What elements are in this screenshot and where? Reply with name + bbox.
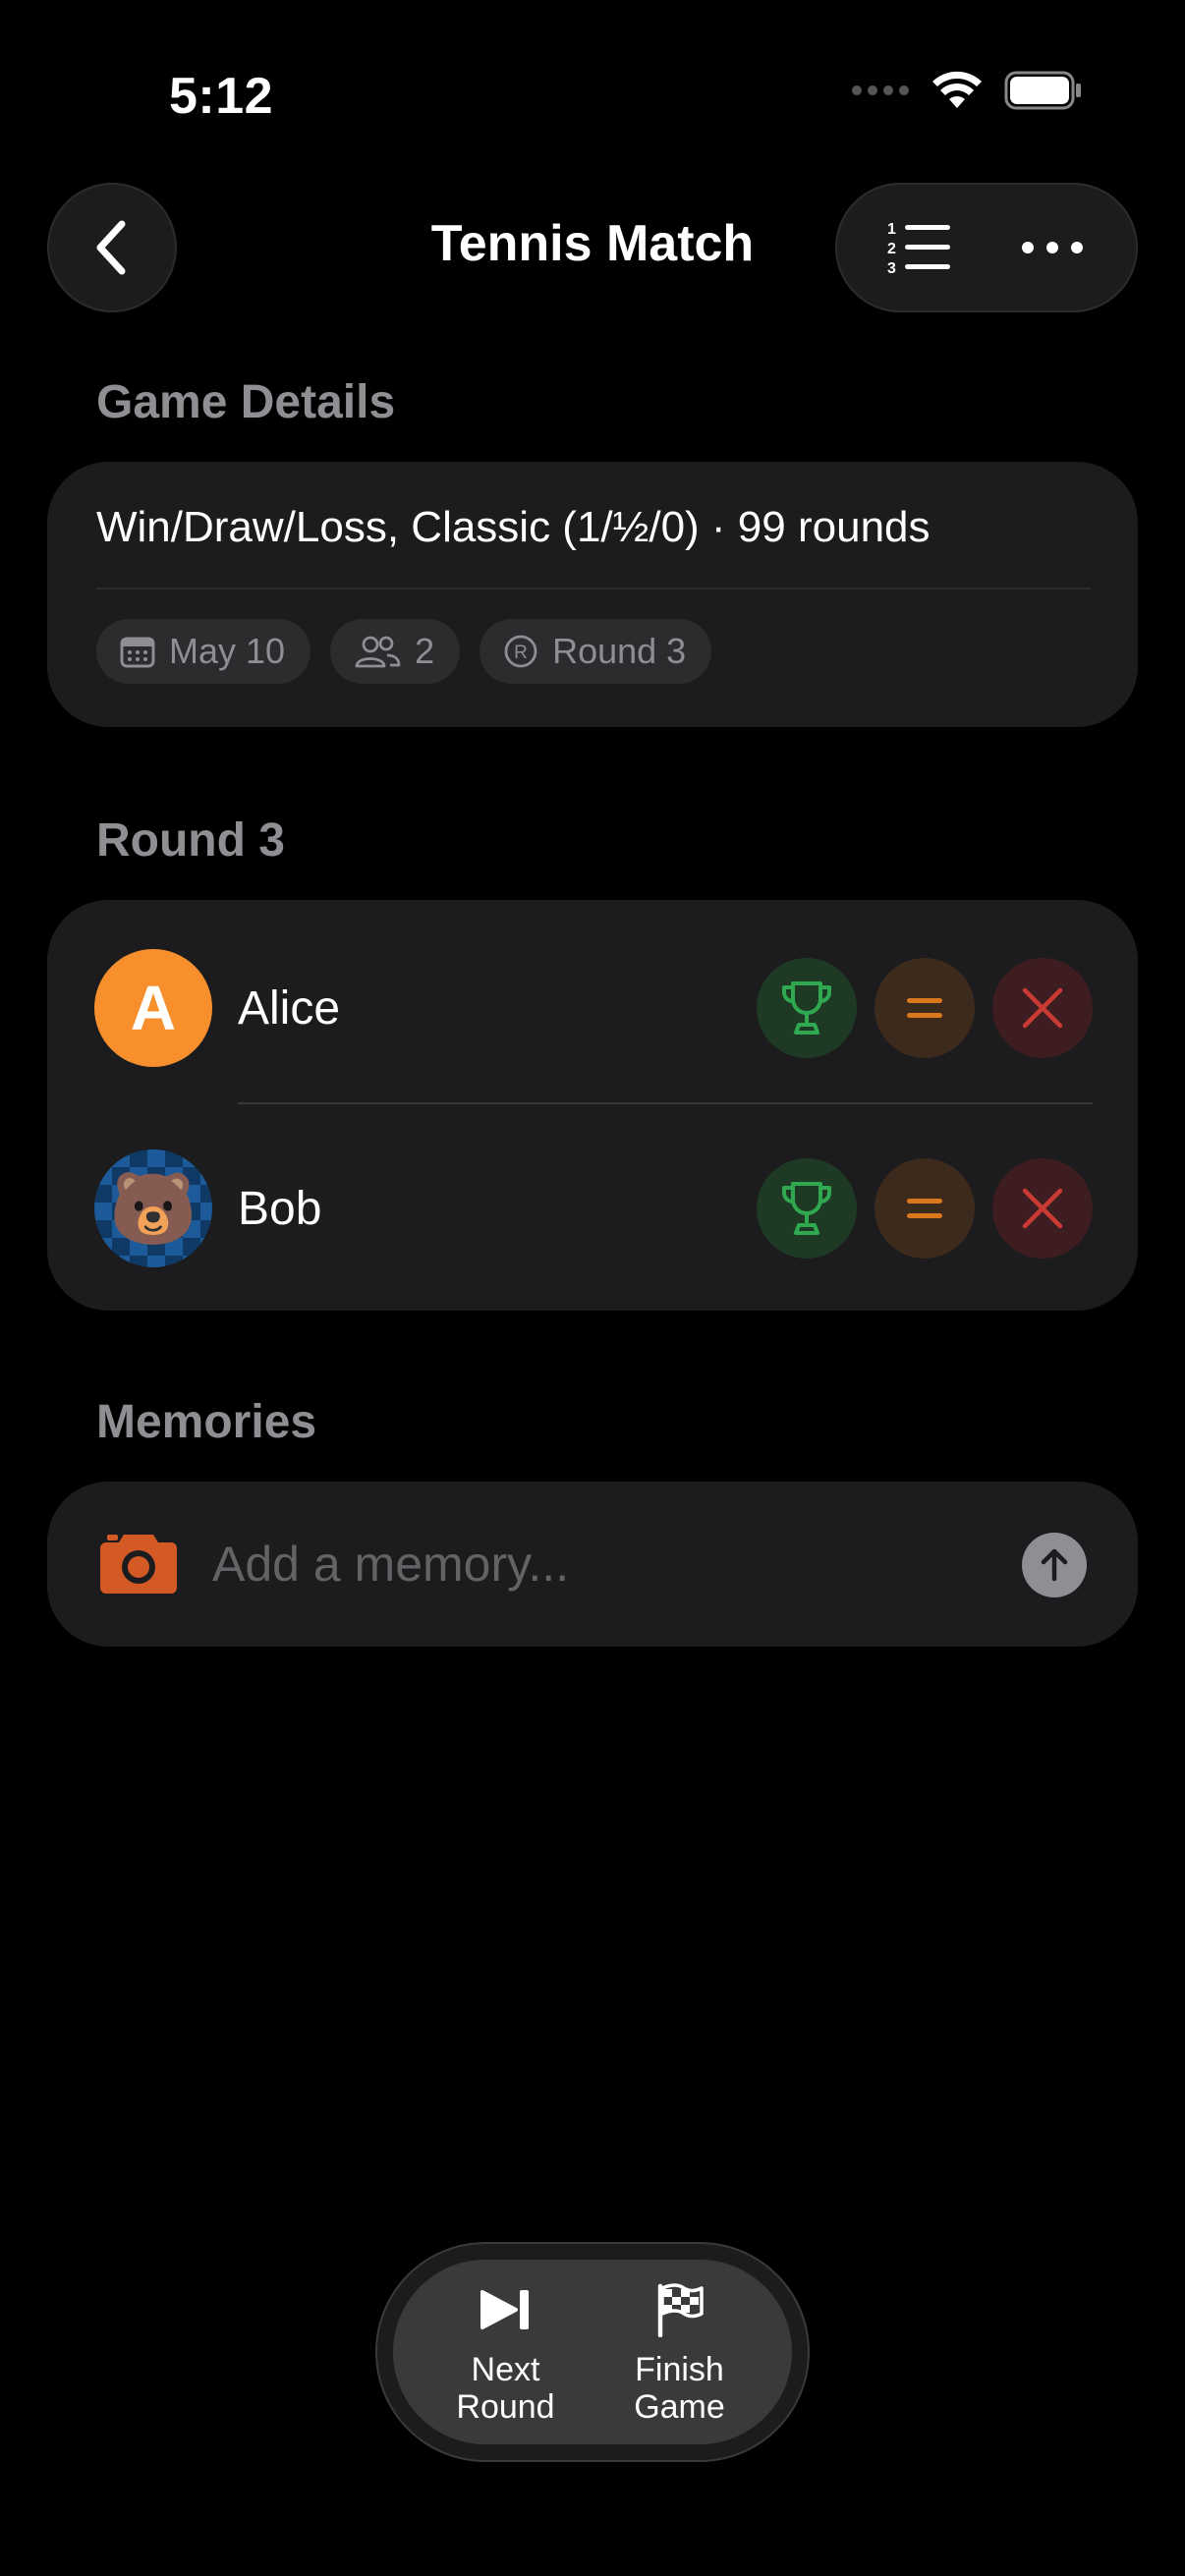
- next-round-label: Next Round: [456, 2351, 555, 2426]
- memory-composer: [47, 1482, 1138, 1647]
- trophy-icon: [781, 981, 832, 1035]
- status-icons: [851, 71, 1083, 110]
- divider: [238, 1102, 1093, 1104]
- date-chip: May 10: [96, 619, 311, 684]
- battery-icon: [1004, 71, 1081, 110]
- calendar-icon: [120, 637, 155, 668]
- avatar: A: [94, 949, 212, 1067]
- player-row: 🐻 Bob: [47, 1149, 1138, 1267]
- svg-text:3: 3: [887, 260, 896, 277]
- trophy-icon: [781, 1182, 832, 1235]
- bottom-toolbar: Next Round Finish Game: [375, 2242, 810, 2462]
- players-chip: 2: [330, 619, 461, 684]
- ranked-list-button[interactable]: 1 2 3: [862, 198, 980, 297]
- player-row: A Alice: [47, 949, 1138, 1067]
- finish-game-label: Finish Game: [634, 2351, 725, 2426]
- camera-icon: [100, 1535, 177, 1594]
- numbered-list-icon: 1 2 3: [887, 221, 950, 277]
- wifi-icon: [932, 71, 982, 108]
- people-icon: [355, 636, 401, 668]
- avatar: 🐻: [94, 1149, 212, 1267]
- svg-text:R: R: [514, 643, 528, 663]
- divider: [96, 588, 1091, 589]
- player-name: Alice: [238, 981, 341, 1035]
- round-chip-label: Round 3: [552, 631, 687, 671]
- game-details-heading: Game Details: [96, 376, 396, 428]
- memory-input[interactable]: [212, 1525, 1018, 1603]
- send-memory-button[interactable]: [1022, 1533, 1087, 1597]
- forward-end-icon: [480, 2290, 529, 2329]
- nav-actions-pill: 1 2 3: [835, 183, 1138, 312]
- draw-button[interactable]: [875, 1158, 975, 1259]
- next-round-button[interactable]: Next Round: [423, 2278, 590, 2426]
- loss-button[interactable]: [992, 1158, 1093, 1259]
- players-chip-label: 2: [415, 631, 435, 671]
- signal-dots-icon: [852, 85, 909, 95]
- win-button[interactable]: [757, 1158, 857, 1259]
- memories-heading: Memories: [96, 1396, 317, 1448]
- equals-icon: [907, 1199, 942, 1218]
- player-name: Bob: [238, 1182, 322, 1235]
- svg-text:1: 1: [887, 221, 896, 238]
- round-r-icon: R: [504, 635, 537, 668]
- svg-text:2: 2: [887, 241, 896, 257]
- equals-icon: [907, 998, 942, 1018]
- round-chip: R Round 3: [480, 619, 712, 684]
- status-time: 5:12: [169, 68, 274, 125]
- game-summary: Win/Draw/Loss, Classic (1/½/0) · 99 roun…: [96, 503, 931, 551]
- date-chip-label: May 10: [169, 631, 286, 671]
- loss-button[interactable]: [992, 958, 1093, 1058]
- arrow-up-icon: [1041, 1548, 1068, 1582]
- finish-game-button[interactable]: Finish Game: [596, 2278, 763, 2426]
- game-details-card: Win/Draw/Loss, Classic (1/½/0) · 99 roun…: [47, 462, 1138, 727]
- close-icon: [1022, 987, 1063, 1029]
- round-card: A Alice 🐻 Bob: [47, 900, 1138, 1311]
- more-button[interactable]: [993, 198, 1111, 297]
- camera-button[interactable]: [98, 1529, 179, 1600]
- win-button[interactable]: [757, 958, 857, 1058]
- ellipsis-icon: [1022, 242, 1083, 253]
- round-heading: Round 3: [96, 814, 285, 867]
- bear-emoji-icon: 🐻: [109, 1169, 198, 1249]
- close-icon: [1022, 1188, 1063, 1229]
- draw-button[interactable]: [875, 958, 975, 1058]
- checkered-flag-icon: [657, 2283, 704, 2337]
